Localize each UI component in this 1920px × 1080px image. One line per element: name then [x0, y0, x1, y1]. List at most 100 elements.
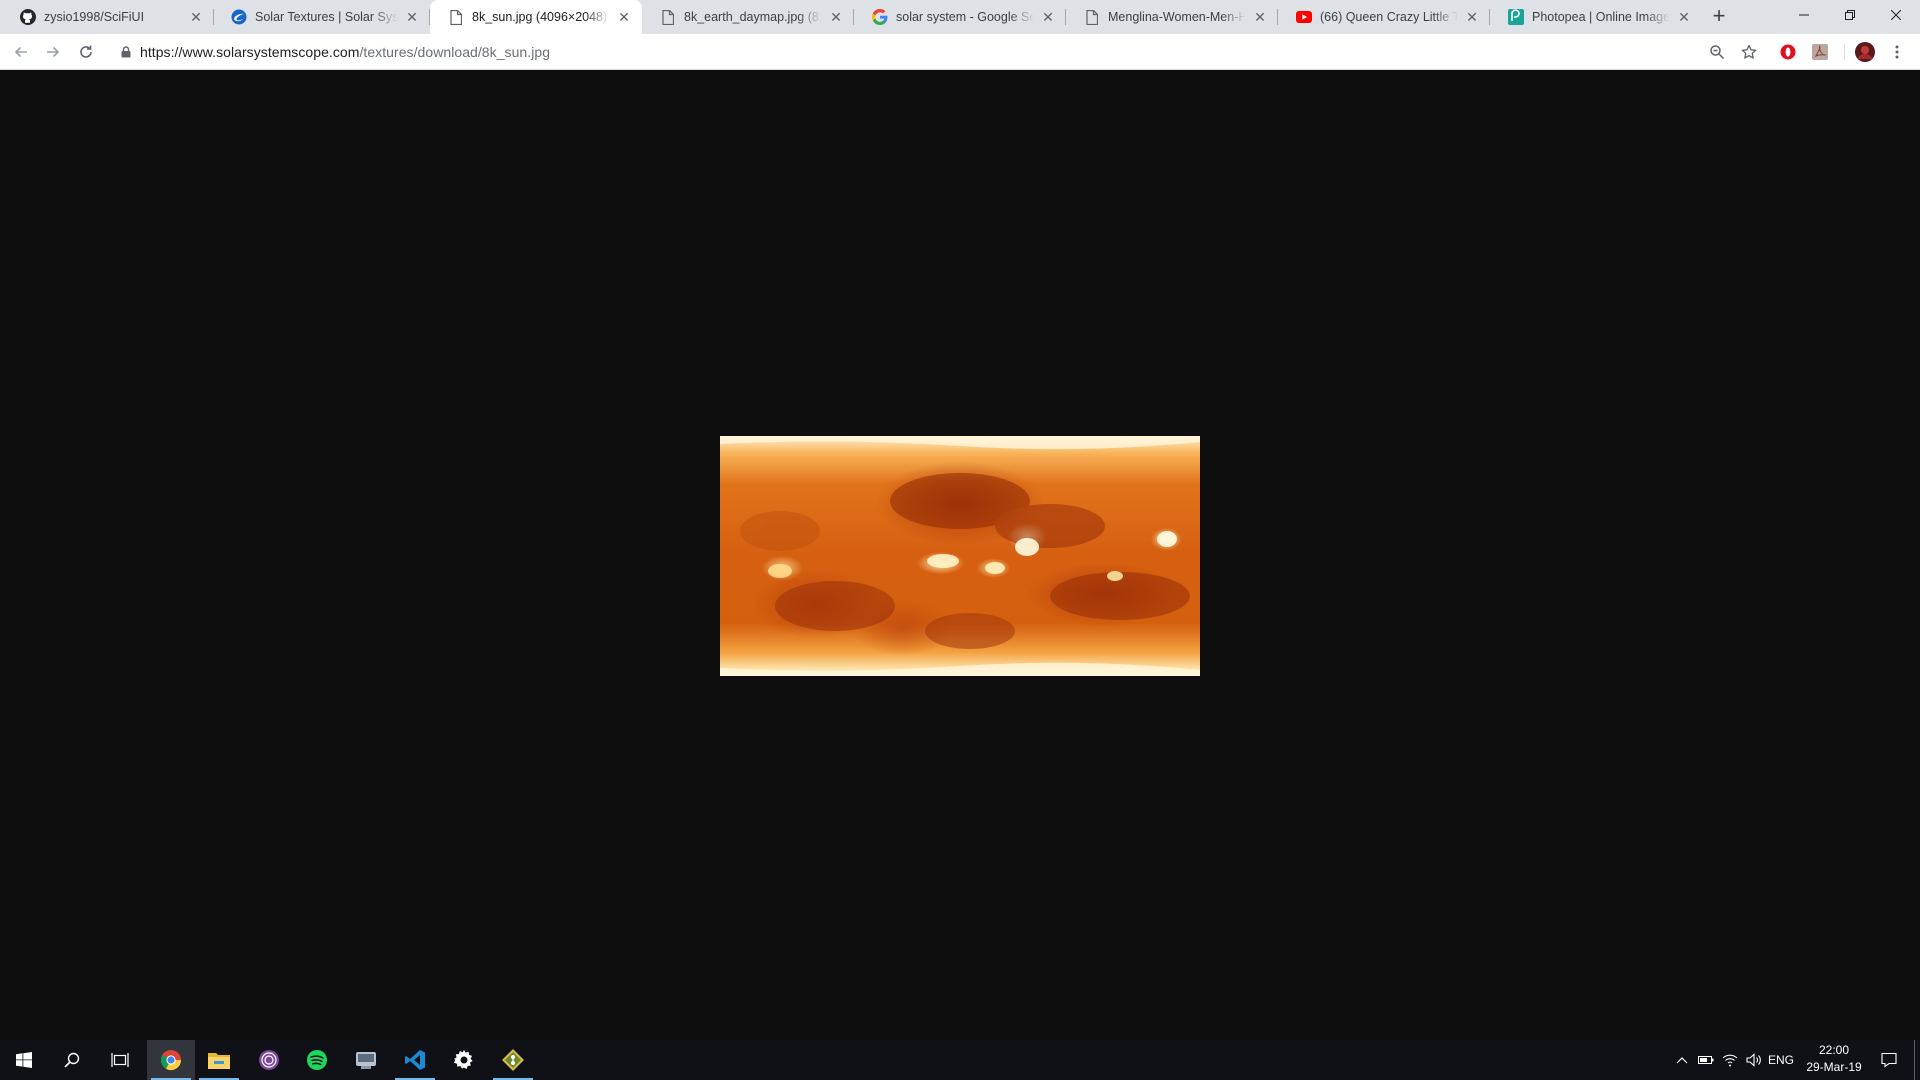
lock-icon: [118, 44, 134, 60]
close-tab-icon[interactable]: ✕: [1040, 9, 1056, 25]
photopea-icon: [1508, 9, 1524, 25]
show-hidden-icons-button[interactable]: [1670, 1040, 1694, 1080]
tab-title: Photopea | Online Image Editor: [1532, 10, 1670, 24]
clock-date: 29-Mar-19: [1806, 1060, 1862, 1074]
reload-button[interactable]: [74, 40, 98, 64]
taskbar-vscode[interactable]: [391, 1040, 439, 1080]
spotify-icon: [307, 1050, 327, 1070]
zoom-button[interactable]: [1705, 40, 1729, 64]
star-icon: [1741, 44, 1757, 59]
close-tab-icon[interactable]: ✕: [1252, 9, 1268, 25]
tab-strip: zysio1998/SciFiUI ✕ Solar Textures | Sol…: [0, 0, 1920, 34]
page-content: [0, 71, 1920, 1040]
battery-icon: [1698, 1056, 1714, 1064]
zoom-icon: [1710, 45, 1725, 60]
document-icon: [660, 9, 676, 25]
chrome-menu-button[interactable]: [1885, 40, 1909, 64]
language-label: ENG: [1767, 1053, 1794, 1067]
minimize-icon: [1799, 14, 1809, 16]
tab-title: solar system - Google Search: [896, 10, 1034, 24]
close-tab-icon[interactable]: ✕: [616, 9, 632, 25]
pdf-icon: [1812, 44, 1828, 60]
url-host: https://www.solarsystemscope.com: [140, 44, 360, 60]
show-desktop-button[interactable]: [1914, 1040, 1920, 1080]
back-arrow-icon: [14, 46, 27, 58]
volume-icon: [1746, 1053, 1761, 1067]
task-view-button[interactable]: [96, 1040, 144, 1080]
pdf-extension[interactable]: [1808, 40, 1832, 64]
tor-browser-icon: [259, 1050, 279, 1070]
google-icon: [872, 9, 888, 25]
youtube-icon: [1296, 9, 1312, 25]
settings-icon: [454, 1050, 473, 1069]
chrome-icon: [160, 1050, 182, 1071]
tab-title: (66) Queen Crazy Little Thing: [1320, 10, 1458, 24]
app-icon: [356, 1052, 376, 1069]
restore-icon: [1845, 10, 1855, 20]
tab-youtube[interactable]: (66) Queen Crazy Little Thing ✕: [1278, 0, 1490, 34]
taskbar-spotify[interactable]: [293, 1040, 341, 1080]
opera-vpn-extension[interactable]: [1776, 40, 1800, 64]
opera-icon: [1780, 44, 1796, 60]
task-view-icon: [111, 1053, 129, 1067]
tab-solar-textures[interactable]: Solar Textures | Solar System Scope ✕: [213, 0, 430, 34]
close-tab-icon[interactable]: ✕: [404, 9, 420, 25]
tab-title: 8k_sun.jpg (4096×2048): [472, 10, 608, 24]
tab-title: 8k_earth_daymap.jpg (8192×4096): [684, 10, 822, 24]
close-icon: [1891, 10, 1901, 20]
forward-button[interactable]: [41, 40, 65, 64]
close-tab-icon[interactable]: ✕: [188, 9, 204, 25]
taskbar-git[interactable]: [489, 1040, 537, 1080]
tab-photopea[interactable]: Photopea | Online Image Editor ✕: [1490, 0, 1702, 34]
tab-github[interactable]: zysio1998/SciFiUI ✕: [2, 0, 214, 34]
restore-button[interactable]: [1827, 0, 1873, 30]
file-explorer-icon: [208, 1053, 230, 1069]
vscode-icon: [405, 1050, 425, 1070]
search-button[interactable]: [48, 1040, 96, 1080]
taskbar-app[interactable]: [342, 1040, 390, 1080]
git-icon: [502, 1049, 524, 1071]
tab-title: Solar Textures | Solar System Scope: [255, 10, 398, 24]
github-icon: [20, 9, 36, 25]
action-center-button[interactable]: [1872, 1040, 1906, 1080]
toolbar-divider: [1844, 44, 1845, 60]
profile-button[interactable]: [1853, 40, 1877, 64]
document-icon: [1084, 9, 1100, 25]
taskbar-settings[interactable]: [440, 1040, 488, 1080]
close-tab-icon[interactable]: ✕: [828, 9, 844, 25]
notification-icon: [1881, 1052, 1897, 1068]
forward-arrow-icon: [47, 46, 60, 58]
volume-button[interactable]: [1742, 1040, 1766, 1080]
back-button[interactable]: [9, 40, 33, 64]
reload-icon: [80, 45, 92, 58]
minimize-button[interactable]: [1781, 0, 1827, 30]
tab-title: zysio1998/SciFiUI: [44, 10, 145, 24]
url-text: https://www.solarsystemscope.com/texture…: [140, 44, 550, 60]
document-icon: [448, 9, 464, 25]
close-tab-icon[interactable]: ✕: [1464, 9, 1480, 25]
close-tab-icon[interactable]: ✕: [1676, 9, 1692, 25]
bookmark-button[interactable]: [1737, 40, 1761, 64]
search-icon: [64, 1052, 80, 1068]
start-button[interactable]: [0, 1040, 48, 1080]
taskbar-tor-browser[interactable]: [245, 1040, 293, 1080]
tab-google-search[interactable]: solar system - Google Search ✕: [854, 0, 1066, 34]
taskbar-clock[interactable]: 22:00 29-Mar-19: [1796, 1042, 1872, 1078]
input-language-button[interactable]: ENG: [1766, 1040, 1796, 1080]
tab-8k-earth[interactable]: 8k_earth_daymap.jpg (8192×4096) ✕: [642, 0, 854, 34]
tab-8k-sun[interactable]: 8k_sun.jpg (4096×2048) ✕: [430, 0, 642, 34]
network-button[interactable]: [1718, 1040, 1742, 1080]
taskbar-file-explorer[interactable]: [195, 1040, 243, 1080]
address-bar[interactable]: https://www.solarsystemscope.com/texture…: [108, 37, 1776, 67]
chevron-up-icon: [1676, 1057, 1688, 1064]
sun-texture-image[interactable]: [720, 436, 1200, 676]
avatar: [1855, 42, 1875, 62]
tab-menglina[interactable]: Menglina-Women-Men-Hat ✕: [1066, 0, 1278, 34]
windows-start-icon: [16, 1052, 32, 1068]
wifi-icon: [1722, 1054, 1738, 1067]
taskbar-chrome[interactable]: [147, 1040, 195, 1080]
battery-button[interactable]: [1694, 1040, 1718, 1080]
close-window-button[interactable]: [1873, 0, 1919, 30]
new-tab-button[interactable]: +: [1707, 5, 1731, 29]
url-path: /textures/download/8k_sun.jpg: [359, 44, 551, 60]
